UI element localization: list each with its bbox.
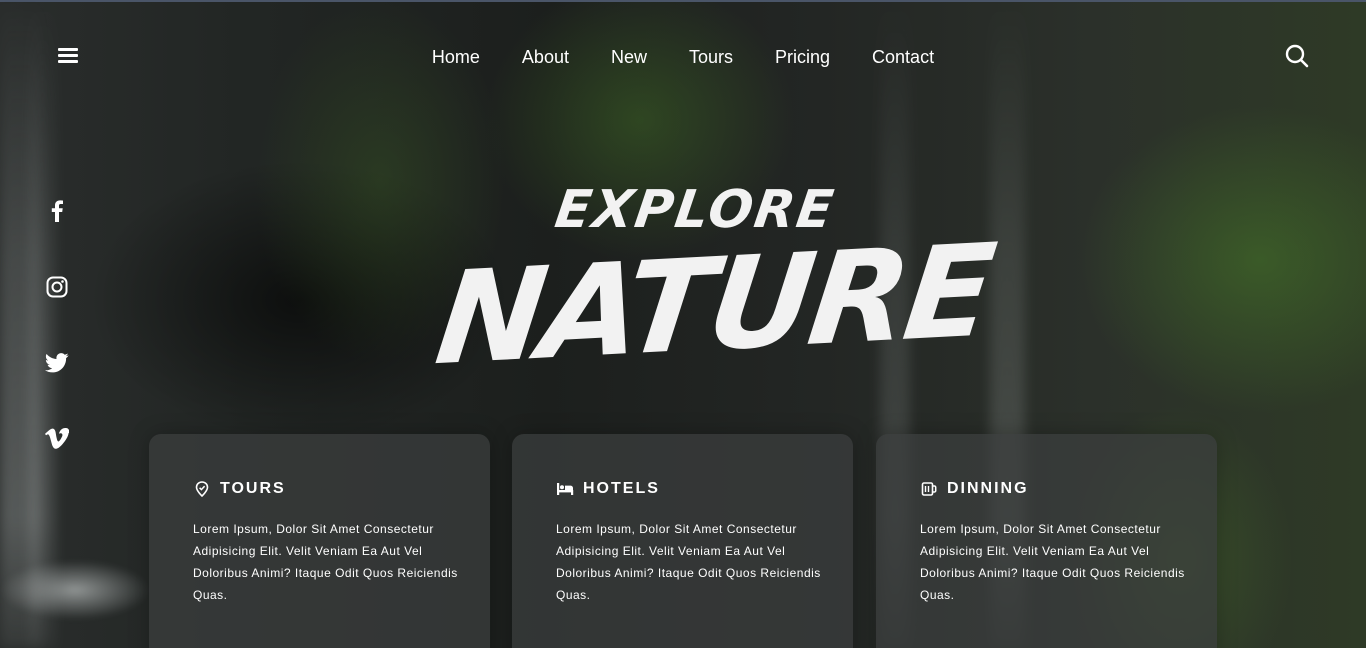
nav-new[interactable]: New xyxy=(611,44,647,70)
hero-section: Home About New Tours Pricing Contact EXP… xyxy=(0,0,1366,648)
card-title: DINNING xyxy=(947,480,1029,497)
top-border xyxy=(0,0,1366,2)
waterfall-streak xyxy=(30,0,55,648)
card-title: TOURS xyxy=(220,480,286,497)
card-header: HOTELS xyxy=(556,480,660,498)
nav-home[interactable]: Home xyxy=(432,44,480,70)
card-text: Lorem Ipsum, Dolor Sit Amet Consectetur … xyxy=(920,522,1185,602)
waterfall-pool xyxy=(0,560,150,620)
twitter-icon[interactable] xyxy=(44,350,70,376)
card-hotels[interactable]: HOTELS Lorem Ipsum, Dolor Sit Amet Conse… xyxy=(512,434,853,648)
nav-tours[interactable]: Tours xyxy=(689,44,733,70)
search-icon[interactable] xyxy=(1284,43,1310,69)
card-tours[interactable]: TOURS Lorem Ipsum, Dolor Sit Amet Consec… xyxy=(149,434,490,648)
nav-contact[interactable]: Contact xyxy=(872,44,934,70)
nav-about[interactable]: About xyxy=(522,44,569,70)
bed-icon xyxy=(556,480,574,498)
instagram-icon[interactable] xyxy=(44,274,70,300)
card-text: Lorem Ipsum, Dolor Sit Amet Consectetur … xyxy=(193,522,458,602)
card-header: DINNING xyxy=(920,480,1029,498)
map-pin-icon xyxy=(193,480,211,498)
card-text: Lorem Ipsum, Dolor Sit Amet Consectetur … xyxy=(556,522,821,602)
mug-icon xyxy=(920,480,938,498)
hero-title-main: NATURE xyxy=(428,216,999,395)
vimeo-icon[interactable] xyxy=(44,426,70,452)
nav-pricing[interactable]: Pricing xyxy=(775,44,830,70)
card-title: HOTELS xyxy=(583,480,660,497)
facebook-icon[interactable] xyxy=(44,198,70,224)
main-nav: Home About New Tours Pricing Contact xyxy=(0,44,1366,70)
card-dinning[interactable]: DINNING Lorem Ipsum, Dolor Sit Amet Cons… xyxy=(876,434,1217,648)
card-header: TOURS xyxy=(193,480,286,498)
hero-title: EXPLORE NATURE xyxy=(429,170,999,400)
